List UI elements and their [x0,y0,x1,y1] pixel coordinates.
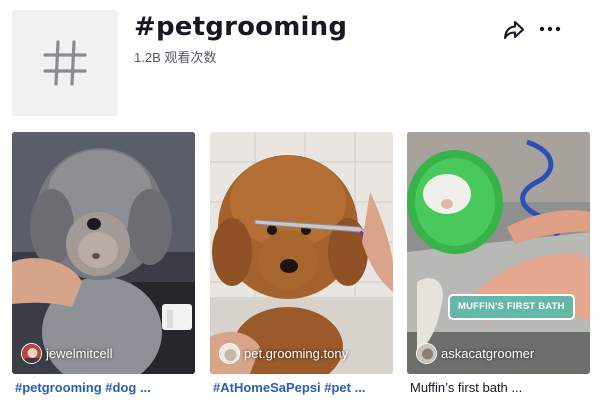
video-thumbnail[interactable] [210,132,393,374]
share-arrow-icon [504,21,524,39]
video-caption[interactable]: #petgrooming #dog ... [15,380,193,395]
video-card[interactable]: pet.grooming.tony #AtHomeSaPepsi #pet ..… [210,132,393,400]
hashtag-icon [43,40,87,86]
video-author[interactable]: pet.grooming.tony [219,341,348,365]
author-name[interactable]: jewelmitcell [46,346,112,361]
video-caption[interactable]: Muffin’s first bath ... [410,380,588,395]
video-thumbnail[interactable]: MUFFIN'S FIRST BATH [407,132,590,374]
video-card[interactable]: jewelmitcell #petgrooming #dog ... [12,132,195,400]
cat-bath-image [407,132,590,374]
more-options-button[interactable] [538,21,562,37]
author-name[interactable]: pet.grooming.tony [244,346,348,361]
video-author[interactable]: jewelmitcell [21,341,112,365]
avatar[interactable] [416,342,437,364]
video-caption[interactable]: #AtHomeSaPepsi #pet ... [213,380,391,395]
view-count: 1.2B 观看次数 [134,50,217,65]
more-horizontal-icon [539,26,561,32]
video-overlay-label: MUFFIN'S FIRST BATH [448,294,575,320]
video-card[interactable]: MUFFIN'S FIRST BATH askacatgroomer Muffi… [407,132,590,400]
grey-poodle-image [12,132,195,374]
hashtag-header: #petgrooming 1.2B 观看次数 [0,0,600,125]
avatar[interactable] [219,342,240,364]
avatar[interactable] [21,342,42,364]
hashtag-title: #petgrooming [134,12,348,42]
brown-poodle-image [210,132,393,374]
share-button[interactable] [502,19,526,41]
video-thumbnail[interactable] [12,132,195,374]
hashtag-thumbnail [12,10,118,116]
video-author[interactable]: askacatgroomer [416,341,534,365]
author-name[interactable]: askacatgroomer [441,346,534,361]
video-grid: jewelmitcell #petgrooming #dog ... pet.g… [12,132,592,404]
